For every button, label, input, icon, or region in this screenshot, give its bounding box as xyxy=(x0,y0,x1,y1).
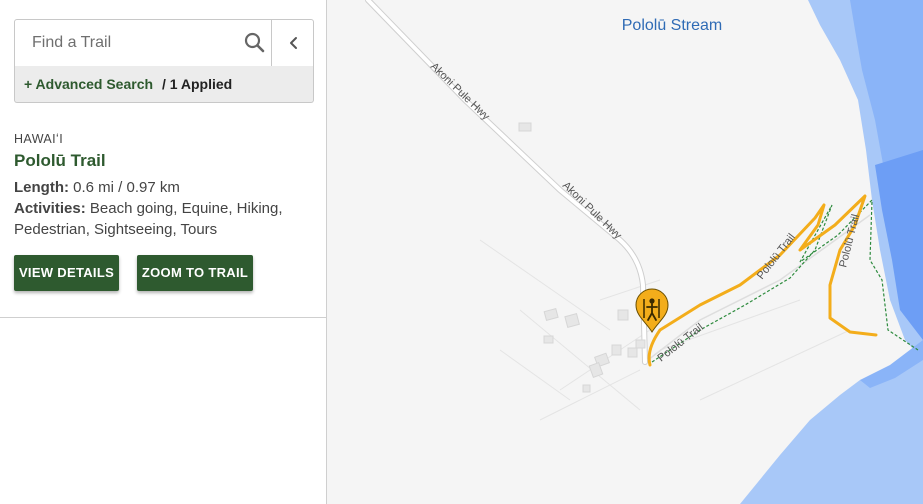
collapse-panel-button[interactable] xyxy=(271,20,315,66)
view-details-button[interactable]: VIEW DETAILS xyxy=(14,255,119,291)
zoom-to-trail-button[interactable]: ZOOM TO TRAIL xyxy=(137,255,253,291)
trail-activities: Activities: Beach going, Equine, Hiking,… xyxy=(14,198,314,240)
result-divider xyxy=(0,317,327,318)
trail-name-link[interactable]: Pololū Trail xyxy=(14,151,314,171)
advanced-search-link[interactable]: + Advanced Search xyxy=(24,76,153,92)
length-label: Length: xyxy=(14,179,69,196)
search-button[interactable] xyxy=(240,28,270,58)
trail-info: Length: 0.6 mi / 0.97 km Activities: Bea… xyxy=(14,177,314,240)
side-panel: + Advanced Search / 1 Applied HAWAIʻI Po… xyxy=(0,0,327,504)
filters-applied-count: / 1 Applied xyxy=(161,76,233,92)
trail-length: Length: 0.6 mi / 0.97 km xyxy=(14,177,314,198)
activities-label: Activities: xyxy=(14,200,86,217)
length-value: 0.6 mi / 0.97 km xyxy=(73,179,180,196)
search-input[interactable] xyxy=(15,20,255,66)
search-box xyxy=(14,19,314,67)
chevron-left-icon xyxy=(290,37,297,49)
advanced-search-bar: + Advanced Search / 1 Applied xyxy=(14,66,314,103)
trail-result-card: HAWAIʻI Pololū Trail Length: 0.6 mi / 0.… xyxy=(14,132,314,240)
search-icon xyxy=(244,32,265,53)
stream-label: Pololū Stream xyxy=(622,17,723,34)
trail-region: HAWAIʻI xyxy=(14,132,64,146)
